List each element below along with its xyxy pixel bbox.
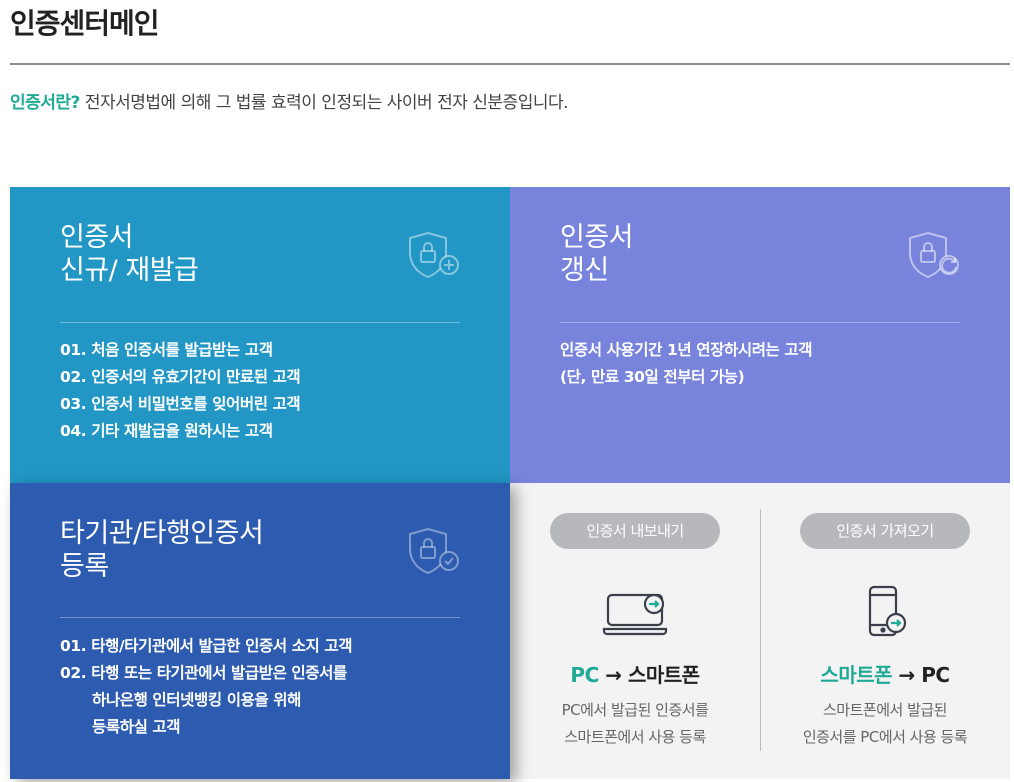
card-new-title: 인증서 신규/ 재발급: [60, 221, 199, 287]
card-new-reissue[interactable]: 인증서 신규/ 재발급 01. 처음 인증서를 발급받는 고객 02. 인증서의 유…: [10, 187, 510, 483]
card-register-title-line2: 등록: [60, 551, 109, 582]
export-pill-button[interactable]: 인증서 내보내기: [550, 513, 720, 549]
import-desc-line1: 스마트폰에서 발급된: [823, 701, 947, 719]
list-item: 02. 인증서의 유효기간이 만료된 고객: [60, 364, 301, 391]
card-new-title-line1: 인증서: [60, 222, 134, 253]
card-new-title-line2: 신규/ 재발급: [60, 255, 199, 286]
list-item-text: 인증서 비밀번호를 잊어버린 고객: [91, 395, 301, 413]
card-renew-divider: [560, 322, 960, 323]
import-title-arrow: →: [892, 663, 922, 687]
card-register-title: 타기관/타행인증서 등록: [60, 517, 264, 583]
shield-lock-check-icon: [409, 527, 459, 575]
card-new-divider: [60, 322, 460, 323]
list-item: 01. 처음 인증서를 발급받는 고객: [60, 337, 300, 364]
card-register-divider: [60, 617, 460, 618]
card-register-other[interactable]: 타기관/타행인증서 등록 01. 타행/타기관에서 발급한 인증서 소지 고객 0…: [10, 483, 510, 779]
import-pill-button[interactable]: 인증서 가져오기: [800, 513, 970, 549]
card-register-title-line1: 타기관/타행인증서: [60, 518, 264, 549]
shield-lock-refresh-icon: [909, 231, 959, 279]
card-register-list: 01. 타행/타기관에서 발급한 인증서 소지 고객 02. 타행 또는 타기관에서…: [60, 633, 353, 741]
export-desc-line1: PC에서 발급된 인증서를: [561, 701, 709, 719]
list-item: 인증서 사용기간 1년 연장하시려는 고객: [560, 341, 813, 359]
import-title: 스마트폰 → PC: [760, 659, 1010, 688]
card-new-list: 01. 처음 인증서를 발급받는 고객 02. 인증서의 유효기간이 만료된 고객 …: [60, 337, 301, 445]
list-item-text: 타행 또는 타기관에서 발급받은 인증서를: [91, 664, 347, 682]
card-renew-list: 인증서 사용기간 1년 연장하시려는 고객 (단, 만료 30일 전부터 가능): [560, 337, 813, 391]
intro-label: 인증서란?: [10, 93, 80, 113]
export-title: PC → 스마트폰: [510, 659, 760, 688]
certificate-menu-grid: 인증서 신규/ 재발급 01. 처음 인증서를 발급받는 고객 02. 인증서의 유…: [10, 187, 1010, 779]
card-renew-title-line1: 인증서: [560, 222, 634, 253]
list-item: 04. 기타 재발급을 원하시는 고객: [60, 418, 300, 445]
intro-text: 인증서란? 전자서명법에 의해 그 법률 효력이 인정되는 사이버 전자 신분증…: [10, 88, 569, 113]
list-item-number: 02.: [60, 368, 87, 386]
list-item: 03. 인증서 비밀번호를 잊어버린 고객: [60, 391, 301, 418]
list-item-text: 기타 재발급을 원하시는 고객: [91, 422, 273, 440]
title-divider: [10, 63, 1010, 65]
list-item-text-cont: 등록하실 고객: [92, 718, 181, 736]
import-desc-line2: 인증서를 PC에서 사용 등록: [802, 728, 968, 746]
card-renew-title: 인증서 갱신: [560, 221, 634, 287]
export-description: PC에서 발급된 인증서를 스마트폰에서 사용 등록: [510, 697, 760, 751]
list-item: 02. 타행 또는 타기관에서 발급받은 인증서를 하나은행 인터넷뱅킹 이용을 …: [60, 660, 352, 741]
list-item: 01. 타행/타기관에서 발급한 인증서 소지 고객: [60, 633, 353, 660]
transfer-export[interactable]: 인증서 내보내기 PC → 스마트폰 PC에서 발급된 인증서를 스마트폰에서 …: [510, 483, 760, 779]
list-item-number: 01.: [60, 341, 87, 359]
list-item-text: 인증서의 유효기간이 만료된 고객: [91, 368, 301, 386]
export-title-from: PC: [570, 663, 599, 687]
list-item-text: 타행/타기관에서 발급한 인증서 소지 고객: [91, 637, 353, 655]
list-item-text: 처음 인증서를 발급받는 고객: [91, 341, 273, 359]
card-renew-title-line2: 갱신: [560, 255, 609, 286]
list-item-number: 01.: [60, 637, 87, 655]
card-transfer: 인증서 내보내기 PC → 스마트폰 PC에서 발급된 인증서를 스마트폰에서 …: [510, 483, 1010, 779]
shield-lock-plus-icon: [409, 231, 459, 279]
list-item-text-cont: 하나은행 인터넷뱅킹 이용을 위해: [92, 691, 302, 709]
import-title-from: 스마트폰: [820, 663, 893, 687]
list-item: (단, 만료 30일 전부터 가능): [560, 368, 745, 386]
import-title-to: PC: [921, 663, 950, 687]
intro-description: 전자서명법에 의해 그 법률 효력이 인정되는 사이버 전자 신분증입니다.: [79, 93, 569, 113]
page-title: 인증센터메인: [10, 7, 160, 40]
smartphone-arrow-icon: [868, 585, 907, 637]
card-renew[interactable]: 인증서 갱신 인증서 사용기간 1년 연장하시려는 고객 (단, 만료 30일 …: [510, 187, 1010, 483]
export-desc-line2: 스마트폰에서 사용 등록: [564, 728, 706, 746]
export-title-arrow: →: [598, 663, 628, 687]
list-item-number: 02.: [60, 664, 87, 682]
transfer-import[interactable]: 인증서 가져오기 스마트폰 → PC 스마트폰에서 발급된 인증서를 PC에서 …: [760, 483, 1010, 779]
import-description: 스마트폰에서 발급된 인증서를 PC에서 사용 등록: [760, 697, 1010, 751]
list-item-number: 03.: [60, 395, 87, 413]
list-item-number: 04.: [60, 422, 87, 440]
export-title-to: 스마트폰: [627, 663, 700, 687]
laptop-arrow-icon: [602, 593, 668, 636]
